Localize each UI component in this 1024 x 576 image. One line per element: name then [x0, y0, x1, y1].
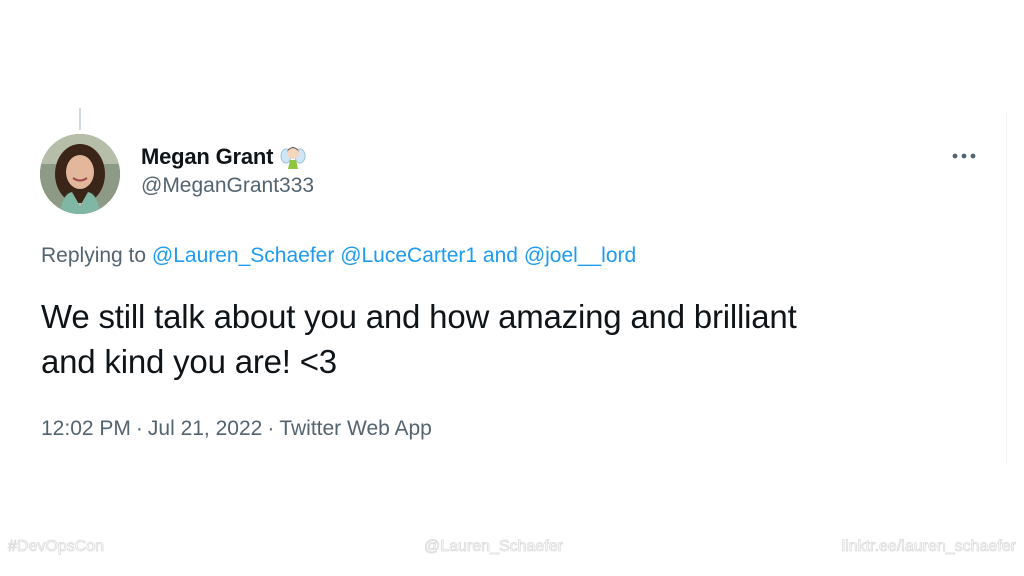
tweet-text: We still talk about you and how amazing … — [41, 294, 981, 384]
author-handle[interactable]: @MeganGrant333 — [141, 174, 314, 198]
mention-link[interactable]: @Lauren_Schaefer — [152, 244, 334, 267]
mention-conjunction[interactable]: and — [483, 244, 518, 267]
author-name[interactable]: Megan Grant — [141, 144, 273, 170]
thread-line — [79, 108, 81, 130]
separator: · — [267, 417, 275, 440]
more-options-button[interactable] — [944, 144, 984, 168]
profile-photo-icon — [40, 134, 120, 214]
card-border — [1006, 112, 1007, 464]
tweet-time[interactable]: 12:02 PM — [41, 417, 131, 440]
mention-link[interactable]: @LuceCarter1 — [340, 244, 477, 267]
tweet-card: Megan Grant @MeganGrant333 Replying to @… — [0, 0, 1024, 576]
fairy-emoji-icon — [280, 144, 306, 170]
separator: · — [135, 417, 143, 440]
reply-prefix: Replying to — [41, 244, 147, 267]
tweet-text-line: We still talk about you and how amazing … — [41, 298, 797, 335]
footer-link: linktr.ee/lauren_schaefer — [841, 538, 1016, 556]
tweet-date[interactable]: Jul 21, 2022 — [148, 417, 262, 440]
mention-link[interactable]: @joel__lord — [524, 244, 636, 267]
footer-handle: @Lauren_Schaefer — [424, 538, 564, 556]
tweet-meta: 12:02 PM · Jul 21, 2022 · Twitter Web App — [41, 417, 432, 441]
more-horizontal-icon — [952, 153, 976, 159]
tweet-source[interactable]: Twitter Web App — [279, 417, 432, 440]
reply-context: Replying to @Lauren_Schaefer @LuceCarter… — [41, 244, 636, 268]
avatar[interactable] — [40, 134, 120, 214]
tweet-text-line: and kind you are! <3 — [41, 343, 337, 380]
author-info: Megan Grant @MeganGrant333 — [141, 142, 314, 198]
footer-hashtag: #DevOpsCon — [8, 538, 105, 556]
